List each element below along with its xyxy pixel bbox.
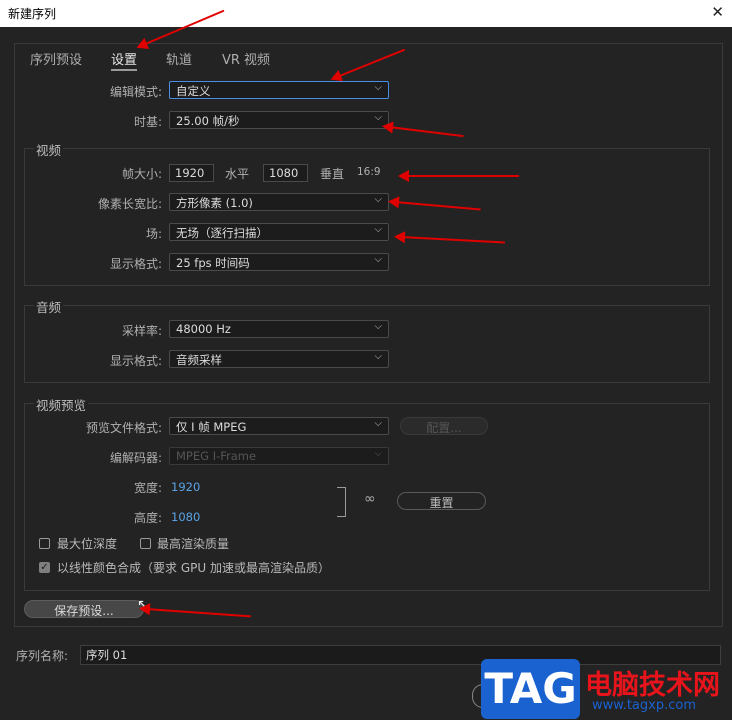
timebase-value: 25.00 帧/秒 [176, 114, 240, 128]
window-title: 新建序列 [8, 7, 57, 21]
watermark-url: www.tagxp.com [592, 698, 696, 713]
video-display-format-value: 25 fps 时间码 [176, 256, 250, 270]
tab-settings[interactable]: 设置 [111, 49, 138, 71]
fields-select[interactable]: 无场（逐行扫描） ⌵ [169, 223, 389, 241]
chevron-down-icon: ⌵ [374, 448, 382, 459]
frame-size-label: 帧大小: [121, 167, 162, 181]
chevron-down-icon: ⌵ [374, 321, 382, 332]
preview-format-label: 预览文件格式: [85, 421, 162, 435]
edit-mode-label: 编辑模式: [109, 85, 162, 99]
video-display-format-label: 显示格式: [109, 257, 162, 271]
audio-display-format-label: 显示格式: [109, 354, 162, 368]
sample-rate-value: 48000 Hz [176, 322, 231, 336]
max-bit-depth-checkbox[interactable] [39, 538, 50, 549]
max-render-quality-label: 最高渲染质量 [157, 537, 230, 551]
audio-display-format-value: 音频采样 [176, 353, 222, 367]
link-icon[interactable]: ∞ [364, 491, 376, 507]
save-preset-button[interactable]: 保存预设... [24, 600, 144, 618]
chevron-down-icon: ⌵ [374, 82, 382, 93]
aspect-ratio: 16:9 [357, 166, 381, 178]
preview-format-value: 仅 I 帧 MPEG [176, 420, 247, 434]
watermark-tag-logo: TAG [481, 659, 580, 719]
audio-group [24, 305, 710, 383]
audio-display-format-select[interactable]: 音频采样 ⌵ [169, 350, 389, 368]
chevron-down-icon: ⌵ [374, 351, 382, 362]
max-render-quality-checkbox[interactable] [140, 538, 151, 549]
edit-mode-select[interactable]: 自定义 ⌵ [169, 81, 389, 99]
chevron-down-icon: ⌵ [374, 194, 382, 205]
vertical-label: 垂直 [320, 167, 345, 181]
link-bracket [337, 487, 346, 517]
edit-mode-value: 自定义 [176, 84, 211, 98]
fields-label: 场: [145, 227, 162, 241]
tab-tracks[interactable]: 轨道 [166, 49, 192, 68]
preview-height-value[interactable]: 1080 [171, 510, 200, 524]
chevron-down-icon: ⌵ [374, 254, 382, 265]
close-icon[interactable]: ✕ [711, 3, 724, 21]
chevron-down-icon: ⌵ [374, 418, 382, 429]
max-bit-depth-label: 最大位深度 [57, 537, 118, 551]
timebase-select[interactable]: 25.00 帧/秒 ⌵ [169, 111, 389, 129]
video-preview-title: 视频预览 [34, 395, 89, 414]
pixel-aspect-value: 方形像素 (1.0) [176, 196, 253, 210]
frame-height-input[interactable]: 1080 [263, 164, 308, 182]
codec-value: MPEG I-Frame [176, 449, 257, 463]
linear-color-label: 以线性颜色合成（要求 GPU 加速或最高渲染品质） [57, 561, 330, 575]
tab-sequence-presets[interactable]: 序列预设 [30, 49, 82, 68]
sequence-name-label: 序列名称: [16, 649, 69, 663]
watermark-site-name: 电脑技术网 [585, 670, 720, 701]
tab-vr-video[interactable]: VR 视频 [222, 49, 270, 68]
preview-width-value[interactable]: 1920 [171, 480, 200, 494]
horizontal-label: 水平 [225, 167, 250, 181]
video-display-format-select[interactable]: 25 fps 时间码 ⌵ [169, 253, 389, 271]
audio-group-title: 音频 [34, 297, 64, 316]
preview-height-label: 高度: [133, 511, 162, 525]
configure-button[interactable]: 配置... [400, 417, 488, 435]
annotation-arrow [398, 170, 519, 182]
sequence-name-input[interactable]: 序列 01 [80, 645, 721, 665]
pixel-aspect-label: 像素长宽比: [97, 197, 162, 211]
fields-value: 无场（逐行扫描） [176, 226, 268, 240]
codec-select[interactable]: MPEG I-Frame ⌵ [169, 447, 389, 465]
video-group-title: 视频 [34, 140, 64, 159]
reset-button[interactable]: 重置 [397, 492, 486, 510]
sample-rate-label: 采样率: [121, 324, 162, 338]
pixel-aspect-select[interactable]: 方形像素 (1.0) ⌵ [169, 193, 389, 211]
chevron-down-icon: ⌵ [374, 112, 382, 123]
chevron-down-icon: ⌵ [374, 224, 382, 235]
title-bar: 新建序列 ✕ [0, 0, 732, 27]
preview-width-label: 宽度: [133, 481, 162, 495]
sample-rate-select[interactable]: 48000 Hz ⌵ [169, 320, 389, 338]
linear-color-checkbox[interactable]: ✓ [39, 562, 50, 573]
frame-width-input[interactable]: 1920 [169, 164, 214, 182]
timebase-label: 时基: [133, 115, 162, 129]
codec-label: 编解码器: [109, 451, 162, 465]
preview-format-select[interactable]: 仅 I 帧 MPEG ⌵ [169, 417, 389, 435]
